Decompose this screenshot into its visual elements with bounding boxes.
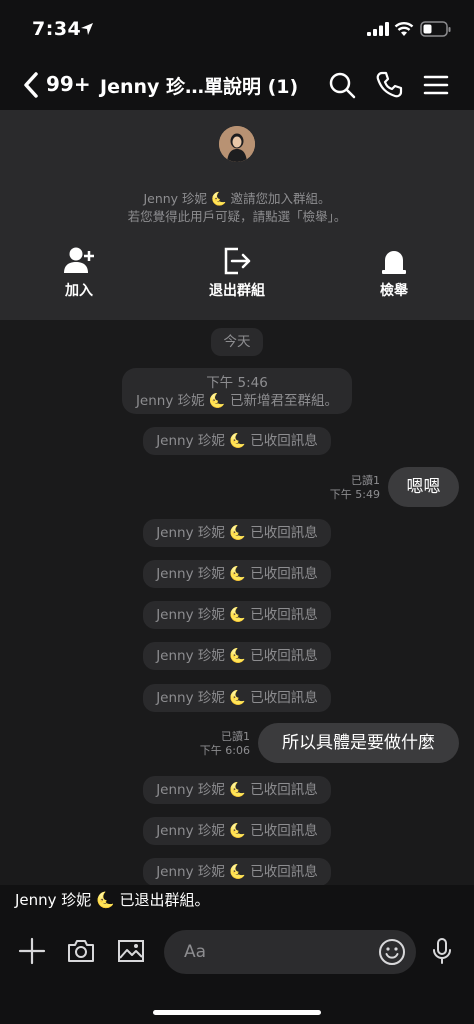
join-label: 加入 [65,283,93,299]
recalled-notice: Jenny 珍妮 🌜 已收回訊息 [143,427,331,455]
read-receipt: 已讀1 [351,474,380,487]
join-button[interactable]: 加入 [29,245,129,300]
group-left-notice: Jenny 珍妮 🌜 已退出群組。 [15,891,210,909]
message-input-placeholder: Aa [184,942,207,962]
message-text: 嗯嗯 [406,477,441,497]
sent-message-bubble[interactable]: 所以具體是要做什麼 [258,723,459,763]
add-user-icon [64,247,94,273]
composer-bar: Aa [0,920,474,1024]
recalled-notice: Jenny 珍妮 🌜 已收回訊息 [143,642,331,670]
message-meta: 已讀1 下午 6:06 [190,730,250,758]
microphone-icon[interactable] [427,936,457,966]
location-arrow-icon [81,23,93,35]
system-added-notice: 下午 5:46 Jenny 珍妮 🌜 已新增君至群組。 [122,368,352,414]
recalled-notice: Jenny 珍妮 🌜 已收回訊息 [143,601,331,629]
group-invite-panel: Jenny 珍妮 🌜 邀請您加入群組。 若您覺得此用戶可疑，請點選「檢舉」。 加… [0,110,474,320]
plus-icon[interactable] [17,936,47,966]
emoji-icon[interactable] [378,938,406,966]
back-chevron-icon[interactable] [20,70,42,100]
sent-message-bubble[interactable]: 嗯嗯 [388,467,459,507]
recalled-notice: Jenny 珍妮 🌜 已收回訊息 [143,858,331,885]
phone-icon[interactable] [374,70,404,100]
chat-header: 99+ Jenny 珍…單說明 (1) [0,60,474,110]
report-label: 檢舉 [380,283,408,299]
unread-count[interactable]: 99+ [46,72,91,96]
message-text: 所以具體是要做什麼 [282,733,435,753]
wifi-icon [394,22,414,36]
menu-icon[interactable] [421,70,451,100]
leave-group-button[interactable]: 退出群組 [187,245,287,300]
recalled-notice: Jenny 珍妮 🌜 已收回訊息 [143,817,331,845]
inviter-avatar[interactable] [219,126,255,162]
message-input[interactable]: Aa [164,930,416,974]
system-notice-bar: Jenny 珍妮 🌜 已退出群組。 [0,885,474,920]
system-time: 下午 5:46 [206,375,268,391]
message-time: 下午 5:49 [329,488,380,501]
search-icon[interactable] [327,70,357,100]
system-added-text: Jenny 珍妮 🌜 已新增君至群組。 [135,393,339,409]
recalled-notice: Jenny 珍妮 🌜 已收回訊息 [143,560,331,588]
image-icon[interactable] [116,936,146,966]
date-chip: 今天 [211,328,263,356]
cellular-signal-icon [367,22,389,36]
message-time: 下午 6:06 [199,744,250,757]
recalled-notice: Jenny 珍妮 🌜 已收回訊息 [143,776,331,804]
chat-messages[interactable]: 今天 下午 5:46 Jenny 珍妮 🌜 已新增君至群組。 Jenny 珍妮 … [0,320,474,885]
report-siren-icon [382,251,406,274]
invite-message: Jenny 珍妮 🌜 邀請您加入群組。 [143,191,331,206]
leave-group-label: 退出群組 [209,283,265,299]
read-receipt: 已讀1 [221,730,250,743]
camera-icon[interactable] [66,936,96,966]
message-meta: 已讀1 下午 5:49 [318,474,380,502]
recalled-notice: Jenny 珍妮 🌜 已收回訊息 [143,684,331,712]
recalled-notice: Jenny 珍妮 🌜 已收回訊息 [143,519,331,547]
report-hint: 若您覺得此用戶可疑，請點選「檢舉」。 [127,209,347,224]
exit-icon [224,247,251,275]
battery-icon [420,21,451,37]
home-indicator[interactable] [153,1010,321,1015]
status-bar: 7:34 [0,0,474,60]
status-time: 7:34 [32,18,82,40]
chat-title[interactable]: Jenny 珍…單說明 (1) [100,72,298,99]
report-button[interactable]: 檢舉 [344,245,444,300]
